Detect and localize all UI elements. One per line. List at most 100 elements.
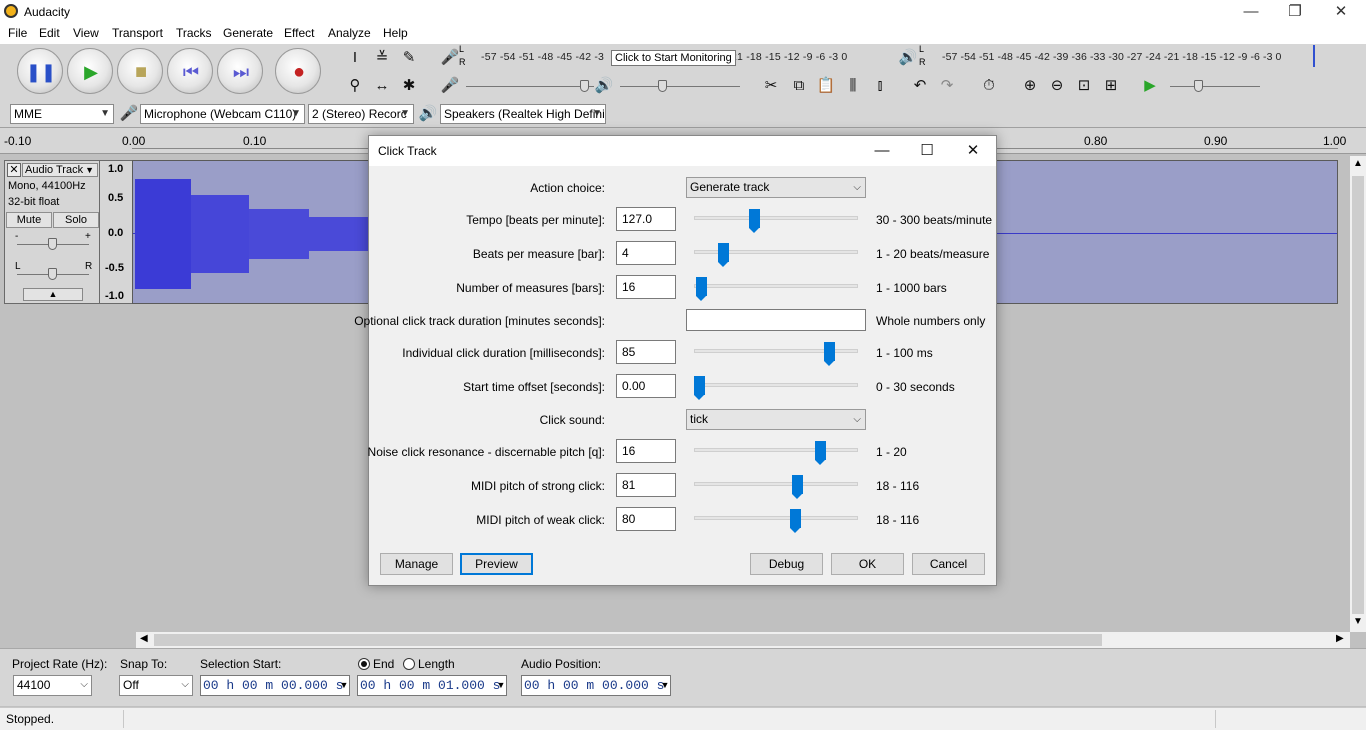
start-offset-slider[interactable] xyxy=(694,383,858,387)
debug-button[interactable]: Debug xyxy=(750,553,823,575)
track-close-icon[interactable]: ✕ xyxy=(7,163,21,177)
record-meter-scale-tail[interactable]: 21 -18 -15 -12 -9 -6 -3 0 xyxy=(731,51,847,63)
record-meter-scale[interactable]: -57 -54 -51 -48 -45 -42 -3 xyxy=(481,51,604,63)
dialog-close-icon[interactable]: ✕ xyxy=(958,140,988,162)
click-duration-input[interactable]: 85 xyxy=(616,340,676,364)
recording-channels-select[interactable]: 2 (Stereo) Recorc ▼ xyxy=(308,104,414,124)
cancel-button[interactable]: Cancel xyxy=(912,553,985,575)
midi-weak-slider[interactable] xyxy=(694,516,858,520)
audio-position-time[interactable]: 00 h 00 m 00.000 s ▼ xyxy=(521,675,671,696)
noise-resonance-input[interactable]: 16 xyxy=(616,439,676,463)
project-rate-select[interactable]: 44100 ⌵ xyxy=(13,675,92,696)
play-button[interactable]: ▶ xyxy=(67,48,113,94)
recording-device-select[interactable]: Microphone (Webcam C110) ▼ xyxy=(140,104,305,124)
menu-generate[interactable]: Generate xyxy=(223,26,273,40)
track-vertical-scale[interactable]: 1.0 0.5 0.0 -0.5 -1.0 xyxy=(100,160,132,304)
scroll-up-icon[interactable]: ▲ xyxy=(1353,158,1363,169)
zoom-in-icon[interactable]: ⊕ xyxy=(1018,75,1042,97)
ok-button[interactable]: OK xyxy=(831,553,904,575)
close-icon[interactable]: ✕ xyxy=(1318,0,1364,24)
menu-effect[interactable]: Effect xyxy=(284,26,314,40)
scroll-down-icon[interactable]: ▼ xyxy=(1353,616,1363,627)
play-meter-speaker-icon[interactable]: 🔊 xyxy=(896,47,920,69)
selection-tool-icon[interactable]: I xyxy=(343,47,367,69)
noise-resonance-slider-thumb[interactable] xyxy=(814,441,826,465)
menu-analyze[interactable]: Analyze xyxy=(328,26,371,40)
skip-start-button[interactable]: ⏮ xyxy=(167,48,213,94)
envelope-tool-icon[interactable]: ≚ xyxy=(370,47,394,69)
stop-button[interactable]: ■ xyxy=(117,48,163,94)
menu-edit[interactable]: Edit xyxy=(39,26,60,40)
playback-volume-slider[interactable] xyxy=(620,86,740,87)
trim-audio-icon[interactable]: ⫼ xyxy=(841,75,865,97)
number-of-measures-slider-thumb[interactable] xyxy=(696,277,708,301)
silence-audio-icon[interactable]: ⫾ xyxy=(868,75,892,97)
click-track-duration-input[interactable] xyxy=(686,309,866,331)
paste-icon[interactable]: 📋 xyxy=(814,75,838,97)
start-offset-slider-thumb[interactable] xyxy=(694,376,705,400)
start-offset-input[interactable]: 0.00 xyxy=(616,374,676,398)
track-pan-thumb[interactable] xyxy=(48,268,57,280)
vertical-scrollbar[interactable]: ▲ ▼ xyxy=(1350,156,1366,632)
mute-button[interactable]: Mute xyxy=(6,212,52,228)
noise-resonance-slider[interactable] xyxy=(694,448,858,452)
dialog-minimize-icon[interactable]: — xyxy=(867,140,897,162)
multi-tool-icon[interactable]: ✱ xyxy=(397,75,421,97)
zoom-out-icon[interactable]: ⊖ xyxy=(1045,75,1069,97)
cut-icon[interactable]: ✂ xyxy=(759,75,783,97)
preview-button[interactable]: Preview xyxy=(460,553,533,575)
play-at-speed-thumb[interactable] xyxy=(1194,80,1203,92)
menu-tracks[interactable]: Tracks xyxy=(176,26,212,40)
midi-strong-slider[interactable] xyxy=(694,482,858,486)
tempo-slider[interactable] xyxy=(694,216,858,220)
midi-strong-slider-thumb[interactable] xyxy=(791,475,803,499)
fit-project-icon[interactable]: ⊞ xyxy=(1099,75,1123,97)
collapse-track-icon[interactable]: ▲ xyxy=(23,288,83,301)
track-gain-thumb[interactable] xyxy=(48,238,57,250)
number-of-measures-slider[interactable] xyxy=(694,284,858,288)
fit-selection-icon[interactable]: ⊡ xyxy=(1072,75,1096,97)
tempo-input[interactable]: 127.0 xyxy=(616,207,676,231)
horizontal-scroll-thumb[interactable] xyxy=(154,634,1102,646)
menu-view[interactable]: View xyxy=(73,26,99,40)
tempo-slider-thumb[interactable] xyxy=(749,209,761,233)
audio-host-select[interactable]: MME ▼ xyxy=(10,104,114,124)
beats-per-measure-input[interactable]: 4 xyxy=(616,241,676,265)
track-name-menu[interactable]: Audio Track ▼ xyxy=(22,163,98,177)
redo-icon[interactable]: ↷ xyxy=(935,75,959,97)
manage-button[interactable]: Manage xyxy=(380,553,453,575)
draw-tool-icon[interactable]: ✎ xyxy=(397,47,421,69)
restore-icon[interactable]: ❐ xyxy=(1272,0,1318,24)
horizontal-scrollbar[interactable]: ◀ ▶ xyxy=(136,632,1350,648)
sync-lock-icon[interactable]: ⏱ xyxy=(977,75,1001,97)
undo-icon[interactable]: ↶ xyxy=(908,75,932,97)
playback-volume-thumb[interactable] xyxy=(658,80,667,92)
length-radio[interactable] xyxy=(403,658,415,670)
snap-to-select[interactable]: Off ⌵ xyxy=(119,675,193,696)
dialog-maximize-icon[interactable]: ☐ xyxy=(912,140,942,162)
number-of-measures-input[interactable]: 16 xyxy=(616,275,676,299)
skip-end-button[interactable]: ⏭ xyxy=(217,48,263,94)
playback-device-select[interactable]: Speakers (Realtek High Defini ▼ xyxy=(440,104,606,124)
record-button[interactable]: ● xyxy=(275,48,321,94)
midi-strong-input[interactable]: 81 xyxy=(616,473,676,497)
selection-end-time[interactable]: 00 h 00 m 01.000 s ▼ xyxy=(357,675,507,696)
scroll-right-icon[interactable]: ▶ xyxy=(1336,633,1344,644)
play-meter-scale[interactable]: -57 -54 -51 -48 -45 -42 -39 -36 -33 -30 … xyxy=(942,51,1282,63)
menu-file[interactable]: File xyxy=(8,26,27,40)
click-sound-select[interactable]: tick ⌵ xyxy=(686,409,866,430)
minimize-icon[interactable]: — xyxy=(1228,0,1274,24)
pause-button[interactable]: ❚❚ xyxy=(17,48,63,94)
beats-per-measure-slider-thumb[interactable] xyxy=(718,243,730,267)
end-radio[interactable] xyxy=(358,658,370,670)
action-choice-select[interactable]: Generate track ⌵ xyxy=(686,177,866,198)
play-at-speed-icon[interactable]: ▶ xyxy=(1138,75,1162,97)
click-duration-slider-thumb[interactable] xyxy=(824,342,836,366)
selection-start-time[interactable]: 00 h 00 m 00.000 s ▼ xyxy=(200,675,350,696)
solo-button[interactable]: Solo xyxy=(53,212,99,228)
midi-weak-input[interactable]: 80 xyxy=(616,507,676,531)
scroll-left-icon[interactable]: ◀ xyxy=(140,633,148,644)
vertical-scroll-thumb[interactable] xyxy=(1352,176,1364,614)
time-shift-tool-icon[interactable]: ↔ xyxy=(370,75,394,97)
menu-transport[interactable]: Transport xyxy=(112,26,163,40)
